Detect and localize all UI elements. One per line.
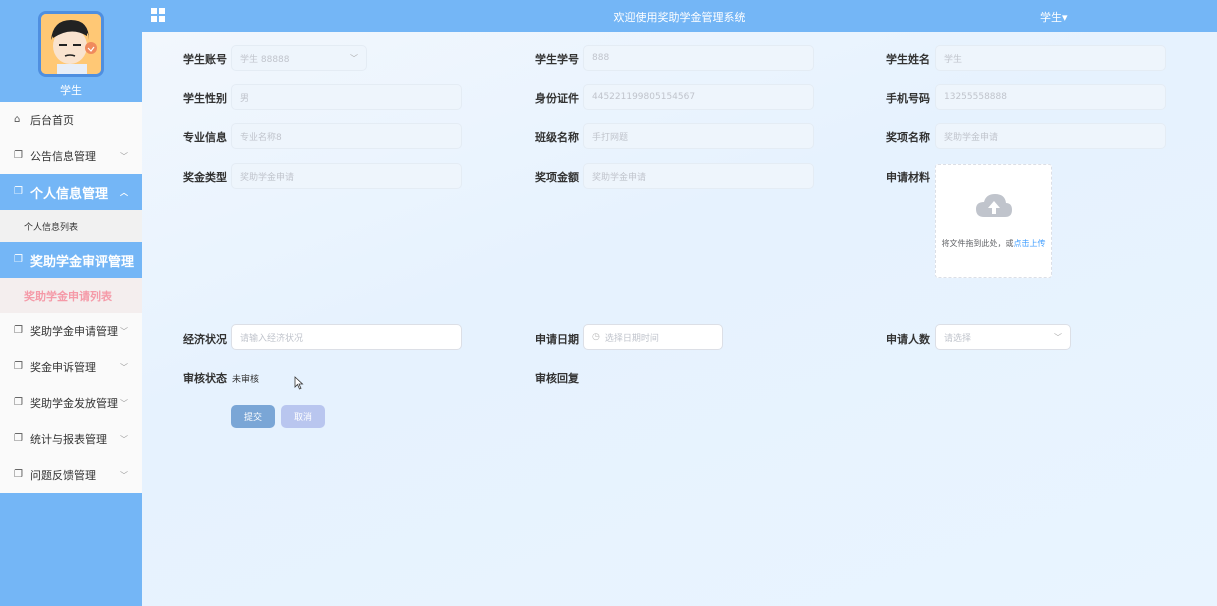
menu-distribution[interactable]: ❐ 奖助学金发放管理 ﹀ xyxy=(0,385,142,421)
doc-icon: ❐ xyxy=(14,433,23,444)
label-award-type: 奖金类型 xyxy=(183,171,227,184)
sidebar-user-label: 学生 xyxy=(60,84,82,97)
cancel-button[interactable]: 取消 xyxy=(281,405,325,428)
menu-label: 问题反馈管理 xyxy=(30,469,96,482)
menu-label: 奖助学金审评管理 xyxy=(30,254,135,270)
menu-label: 个人信息管理 xyxy=(30,186,109,202)
submit-button[interactable]: 提交 xyxy=(231,405,275,428)
upload-hint: 将文件拖到此处，或点击上传 xyxy=(936,238,1051,249)
id-card-input[interactable]: 445221199805154567 xyxy=(583,84,814,110)
doc-icon: ❐ xyxy=(14,186,23,197)
sidebar: 学生 ⌂ 后台首页 ❐ 公告信息管理 ﹀ ❐ 个人信息管理 ︿ 个人信息列表 ❐… xyxy=(0,0,142,606)
menu-label: 奖金申诉管理 xyxy=(30,361,96,374)
sidebar-menu: ⌂ 后台首页 ❐ 公告信息管理 ﹀ ❐ 个人信息管理 ︿ 个人信息列表 ❐ 奖助… xyxy=(0,102,142,493)
doc-icon: ❐ xyxy=(14,150,23,161)
applicants-placeholder: 请选择 xyxy=(944,333,972,344)
chevron-down-icon: ﹀ xyxy=(120,152,128,161)
menu-feedback[interactable]: ❐ 问题反馈管理 ﹀ xyxy=(0,457,142,493)
student-id-input[interactable]: 888 xyxy=(583,45,814,71)
label-review-status: 审核状态 xyxy=(183,372,227,385)
materials-upload-dropzone[interactable]: 将文件拖到此处，或点击上传 xyxy=(935,164,1052,278)
applicants-select[interactable]: 请选择 ﹀ xyxy=(935,324,1071,350)
upload-hint-text: 将文件拖到此处，或 xyxy=(941,239,1014,248)
chevron-down-icon: ﹀ xyxy=(120,471,128,480)
chevron-up-icon: ︿ xyxy=(120,188,128,197)
student-account-value: 学生 88888 xyxy=(240,54,290,65)
class-name-input[interactable]: 手打网题 xyxy=(583,123,814,149)
phone-input[interactable]: 13255558888 xyxy=(935,84,1166,110)
menu-label: 奖助学金申请管理 xyxy=(30,325,118,338)
menu-label: 后台首页 xyxy=(30,114,74,127)
menu-appeal[interactable]: ❐ 奖金申诉管理 ﹀ xyxy=(0,349,142,385)
header-user-dropdown[interactable]: 学生▾ xyxy=(1040,9,1068,25)
doc-icon: ❐ xyxy=(14,325,23,336)
menu-home[interactable]: ⌂ 后台首页 xyxy=(0,102,142,138)
top-header: 欢迎使用奖助学金管理系统 学生▾ xyxy=(142,0,1217,32)
doc-icon: ❐ xyxy=(14,361,23,372)
student-account-select[interactable]: 学生 88888 ﹀ xyxy=(231,45,367,71)
label-student-name: 学生姓名 xyxy=(886,53,930,66)
label-student-id: 学生学号 xyxy=(535,53,579,66)
menu-notice[interactable]: ❐ 公告信息管理 ﹀ xyxy=(0,138,142,174)
label-award-name: 奖项名称 xyxy=(886,131,930,144)
label-id-card: 身份证件 xyxy=(535,92,579,105)
label-apply-date: 申请日期 xyxy=(535,333,579,346)
gender-input[interactable]: 男 xyxy=(231,84,462,110)
home-icon: ⌂ xyxy=(14,114,21,125)
chevron-down-icon: ﹀ xyxy=(120,363,128,372)
menu-personal-info[interactable]: ❐ 个人信息管理 ︿ xyxy=(0,174,142,210)
clock-icon: ◷ xyxy=(592,332,600,342)
upload-link[interactable]: 点击上传 xyxy=(1014,239,1046,248)
menu-scholarship-apply[interactable]: ❐ 奖助学金申请管理 ﹀ xyxy=(0,313,142,349)
menu-scholarship-review[interactable]: ❐ 奖助学金审评管理 xyxy=(0,242,142,278)
label-economy: 经济状况 xyxy=(183,333,227,346)
major-input[interactable]: 专业名称8 xyxy=(231,123,462,149)
label-gender: 学生性别 xyxy=(183,92,227,105)
award-name-input[interactable]: 奖助学金申请 xyxy=(935,123,1166,149)
menu-label: 公告信息管理 xyxy=(30,150,96,163)
label-class-name: 班级名称 xyxy=(535,131,579,144)
apply-date-picker[interactable]: ◷ 选择日期时间 xyxy=(583,324,723,350)
award-amount-input[interactable]: 奖助学金申请 xyxy=(583,163,814,189)
chevron-down-icon: ﹀ xyxy=(120,399,128,408)
label-award-amount: 奖项金额 xyxy=(535,171,579,184)
submenu-personal-info-list[interactable]: 个人信息列表 xyxy=(0,210,142,242)
label-review-reply: 审核回复 xyxy=(535,372,579,385)
chevron-down-icon: ﹀ xyxy=(120,327,128,336)
doc-icon: ❐ xyxy=(14,254,23,265)
label-major: 专业信息 xyxy=(183,131,227,144)
menu-label: 奖助学金发放管理 xyxy=(30,397,118,410)
chevron-down-icon: ﹀ xyxy=(120,435,128,444)
menu-statistics[interactable]: ❐ 统计与报表管理 ﹀ xyxy=(0,421,142,457)
mouse-cursor-icon xyxy=(294,376,304,390)
menu-label: 统计与报表管理 xyxy=(30,433,107,446)
review-status-value: 未审核 xyxy=(232,375,260,385)
cloud-upload-icon xyxy=(975,194,1012,217)
economy-input[interactable]: 请输入经济状况 xyxy=(231,324,462,350)
main-content: 学生账号 学生 88888 ﹀ 学生学号 888 学生姓名 学生 学生性别 男 … xyxy=(142,32,1217,606)
label-phone: 手机号码 xyxy=(886,92,930,105)
avatar[interactable] xyxy=(38,11,104,77)
label-student-account: 学生账号 xyxy=(183,53,227,66)
apply-date-placeholder: 选择日期时间 xyxy=(604,333,659,344)
submenu-scholarship-apply-list[interactable]: 奖助学金申请列表 xyxy=(0,278,142,313)
avatar-cartoon-icon xyxy=(41,14,101,74)
student-name-input[interactable]: 学生 xyxy=(935,45,1166,71)
doc-icon: ❐ xyxy=(14,469,23,480)
sidebar-header: 学生 xyxy=(0,0,142,102)
award-type-input[interactable]: 奖助学金申请 xyxy=(231,163,462,189)
chevron-down-icon: ﹀ xyxy=(1054,333,1062,342)
doc-icon: ❐ xyxy=(14,397,23,408)
label-materials: 申请材料 xyxy=(886,171,930,184)
chevron-down-icon: ﹀ xyxy=(350,54,358,63)
label-applicants: 申请人数 xyxy=(886,333,930,346)
